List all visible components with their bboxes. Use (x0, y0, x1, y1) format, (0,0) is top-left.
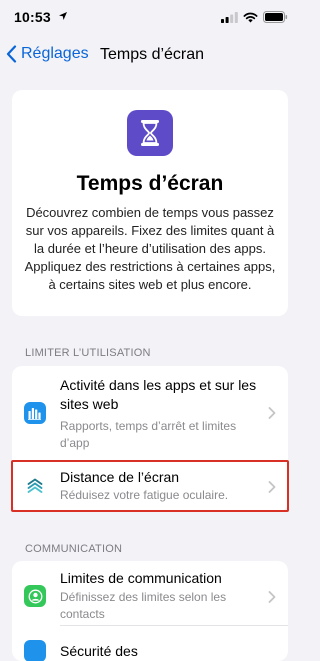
chevron-left-icon (6, 45, 17, 63)
wifi-icon (243, 12, 258, 22)
battery-icon (263, 11, 288, 23)
contact-icon (24, 585, 46, 607)
limit-usage-group: Activité dans les apps et sur les sites … (12, 366, 288, 512)
location-icon (59, 12, 67, 20)
app-activity-subtitle: Rapports, temps d’arrêt et limites d’app (60, 419, 237, 450)
screen-distance-title: Distance de l’écran (60, 469, 180, 485)
activity-chart-icon (24, 402, 46, 424)
screen-distance-icon (24, 475, 46, 497)
section-header-communication: COMMUNICATION (25, 543, 123, 555)
section-header-limit: LIMITER L’UTILISATION (25, 347, 151, 359)
hero-description: Découvrez combien de temps vous passez s… (24, 205, 276, 292)
safety-icon (24, 640, 46, 661)
back-button-label: Réglages (21, 45, 89, 62)
screen-time-app-icon (127, 110, 173, 156)
hero-title: Temps d’écran (76, 172, 224, 195)
chevron-right-icon (268, 407, 276, 419)
communication-limits-row[interactable]: Limites de communication Définissez des … (12, 561, 288, 625)
chevron-right-icon (268, 481, 276, 493)
cellular-signal-icon (221, 11, 238, 23)
screen-distance-row[interactable]: Distance de l’écran Réduisez votre fatig… (12, 461, 288, 512)
back-button[interactable]: Réglages (6, 45, 89, 63)
screen-distance-subtitle: Réduisez votre fatigue oculaire. (60, 488, 229, 502)
status-bar: 10:53 (0, 0, 300, 36)
status-time: 10:53 (14, 9, 51, 25)
screen-time-intro-card: Temps d’écran Découvrez combien de temps… (12, 90, 288, 316)
communication-limits-title: Limites de communication (60, 570, 222, 586)
navigation-bar: Réglages Temps d’écran (0, 36, 300, 80)
status-icons (221, 11, 288, 23)
hourglass-icon (141, 120, 159, 146)
page-title: Temps d’écran (100, 46, 205, 63)
chevron-right-icon (268, 591, 276, 603)
communication-safety-row[interactable]: Sécurité des (12, 626, 288, 661)
app-activity-row[interactable]: Activité dans les apps et sur les sites … (12, 366, 288, 460)
app-activity-title: Activité dans les apps et sur les sites … (60, 377, 257, 412)
communication-group: Limites de communication Définissez des … (12, 561, 288, 661)
communication-safety-title: Sécurité des (60, 643, 138, 659)
communication-limits-subtitle: Définissez des limites selon les contact… (60, 590, 227, 621)
